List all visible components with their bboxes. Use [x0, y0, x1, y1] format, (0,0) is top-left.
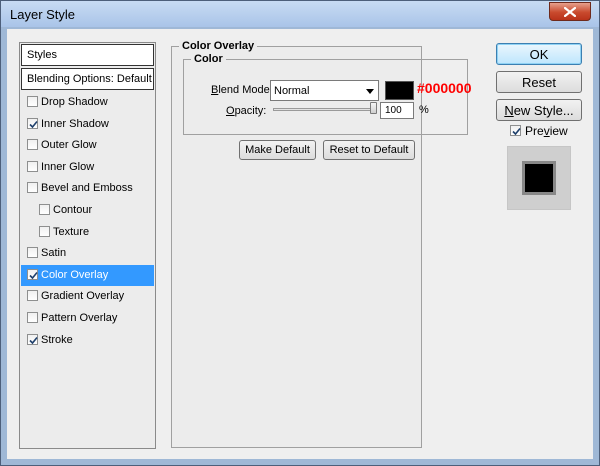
style-item-stroke[interactable]: Stroke	[21, 330, 154, 351]
style-item-inner-glow[interactable]: Inner Glow	[21, 157, 154, 178]
styles-header-label: Styles	[27, 49, 57, 61]
style-item-label: Color Overlay	[41, 268, 109, 281]
layer-style-dialog: Layer Style Styles Blending Options: Def…	[0, 0, 600, 466]
style-item-gradient-overlay[interactable]: Gradient Overlay	[21, 286, 154, 307]
styles-panel: Styles Blending Options: Default Drop Sh…	[19, 42, 156, 449]
style-checkbox-stroke[interactable]	[27, 333, 38, 345]
style-item-bevel-and-emboss[interactable]: Bevel and Emboss	[21, 178, 154, 199]
color-subgroup-title: Color	[191, 53, 226, 65]
opacity-slider-track[interactable]	[273, 108, 374, 111]
style-checkbox-outer-glow[interactable]	[27, 139, 38, 151]
color-overlay-title: Color Overlay	[179, 40, 258, 52]
checkmark-icon	[512, 127, 521, 136]
dropdown-arrow-icon	[366, 89, 374, 94]
style-item-color-overlay[interactable]: Color Overlay	[21, 264, 154, 286]
blending-options-label: Blending Options: Default	[27, 73, 152, 85]
preview-thumbnail	[522, 161, 556, 195]
color-subgroup: Color Blend Mode: Normal #000000 Opacity…	[183, 53, 472, 135]
preview-checkbox-row[interactable]: Preview	[510, 124, 580, 140]
style-item-texture[interactable]: Texture	[21, 222, 154, 243]
blend-mode-value: Normal	[274, 85, 310, 97]
style-checkbox-bevel-and-emboss[interactable]	[27, 182, 38, 194]
style-item-label: Gradient Overlay	[41, 290, 125, 303]
reset-to-default-button[interactable]: Reset to Default	[323, 140, 415, 160]
ok-label: OK	[529, 47, 549, 62]
close-icon	[564, 7, 576, 17]
style-item-label: Contour	[53, 204, 93, 216]
style-checkbox-inner-shadow[interactable]	[27, 117, 38, 129]
close-button[interactable]	[549, 2, 591, 21]
style-item-outer-glow[interactable]: Outer Glow	[21, 135, 154, 156]
color-hex-annotation: #000000	[417, 80, 472, 96]
preview-checkbox[interactable]	[510, 125, 521, 136]
title-bar[interactable]: Layer Style	[1, 1, 599, 27]
make-default-label: Make Default	[245, 144, 310, 156]
style-item-label: Satin	[41, 247, 67, 260]
opacity-label: Opacity:	[226, 105, 267, 117]
style-checkbox-pattern-overlay[interactable]	[27, 312, 38, 323]
reset-button[interactable]: Reset	[496, 71, 582, 93]
new-style-label: New Style...	[504, 103, 574, 118]
color-overlay-panel: Color Overlay Color Blend Mode: Normal #…	[171, 40, 472, 448]
style-item-pattern-overlay[interactable]: Pattern Overlay	[21, 308, 154, 329]
style-item-label: Stroke	[41, 333, 73, 346]
style-checkbox-texture[interactable]	[39, 225, 50, 237]
style-checkbox-inner-glow[interactable]	[27, 160, 38, 172]
style-item-label: Inner Shadow	[41, 117, 109, 130]
style-checkbox-color-overlay[interactable]	[27, 268, 38, 280]
ok-button[interactable]: OK	[496, 43, 582, 65]
checkmark-icon	[29, 271, 38, 279]
styles-header[interactable]: Styles	[21, 44, 154, 66]
opacity-value: 100	[385, 105, 402, 116]
style-item-label: Drop Shadow	[41, 96, 108, 108]
style-item-label: Pattern Overlay	[41, 312, 118, 324]
reset-to-default-label: Reset to Default	[329, 144, 409, 156]
opacity-input[interactable]: 100	[380, 102, 414, 119]
style-item-contour[interactable]: Contour	[21, 200, 154, 221]
opacity-slider-thumb[interactable]	[370, 102, 377, 114]
blend-mode-label: Blend Mode:	[211, 84, 273, 96]
color-swatch[interactable]	[385, 81, 414, 100]
reset-label: Reset	[522, 75, 556, 90]
window-title: Layer Style	[10, 7, 76, 22]
make-default-button[interactable]: Make Default	[239, 140, 316, 160]
checkmark-icon	[29, 120, 38, 128]
style-item-satin[interactable]: Satin	[21, 243, 154, 264]
style-item-label: Bevel and Emboss	[41, 182, 133, 195]
style-preview	[507, 146, 571, 210]
dialog-body: Styles Blending Options: Default Drop Sh…	[7, 29, 593, 459]
style-checkbox-gradient-overlay[interactable]	[27, 290, 38, 302]
checkmark-icon	[29, 336, 38, 344]
blend-mode-select[interactable]: Normal	[270, 80, 379, 101]
style-item-inner-shadow[interactable]: Inner Shadow	[21, 114, 154, 135]
style-checkbox-contour[interactable]	[39, 204, 50, 215]
style-checkbox-drop-shadow[interactable]	[27, 96, 38, 107]
style-checkbox-satin[interactable]	[27, 247, 38, 259]
style-item-label: Outer Glow	[41, 139, 97, 152]
preview-label: Preview	[525, 124, 568, 138]
blending-options-header[interactable]: Blending Options: Default	[21, 68, 154, 90]
opacity-unit: %	[419, 104, 429, 116]
style-item-label: Texture	[53, 225, 90, 238]
style-item-drop-shadow[interactable]: Drop Shadow	[21, 92, 154, 113]
style-item-label: Inner Glow	[41, 160, 95, 173]
new-style-button[interactable]: New Style...	[496, 99, 582, 121]
